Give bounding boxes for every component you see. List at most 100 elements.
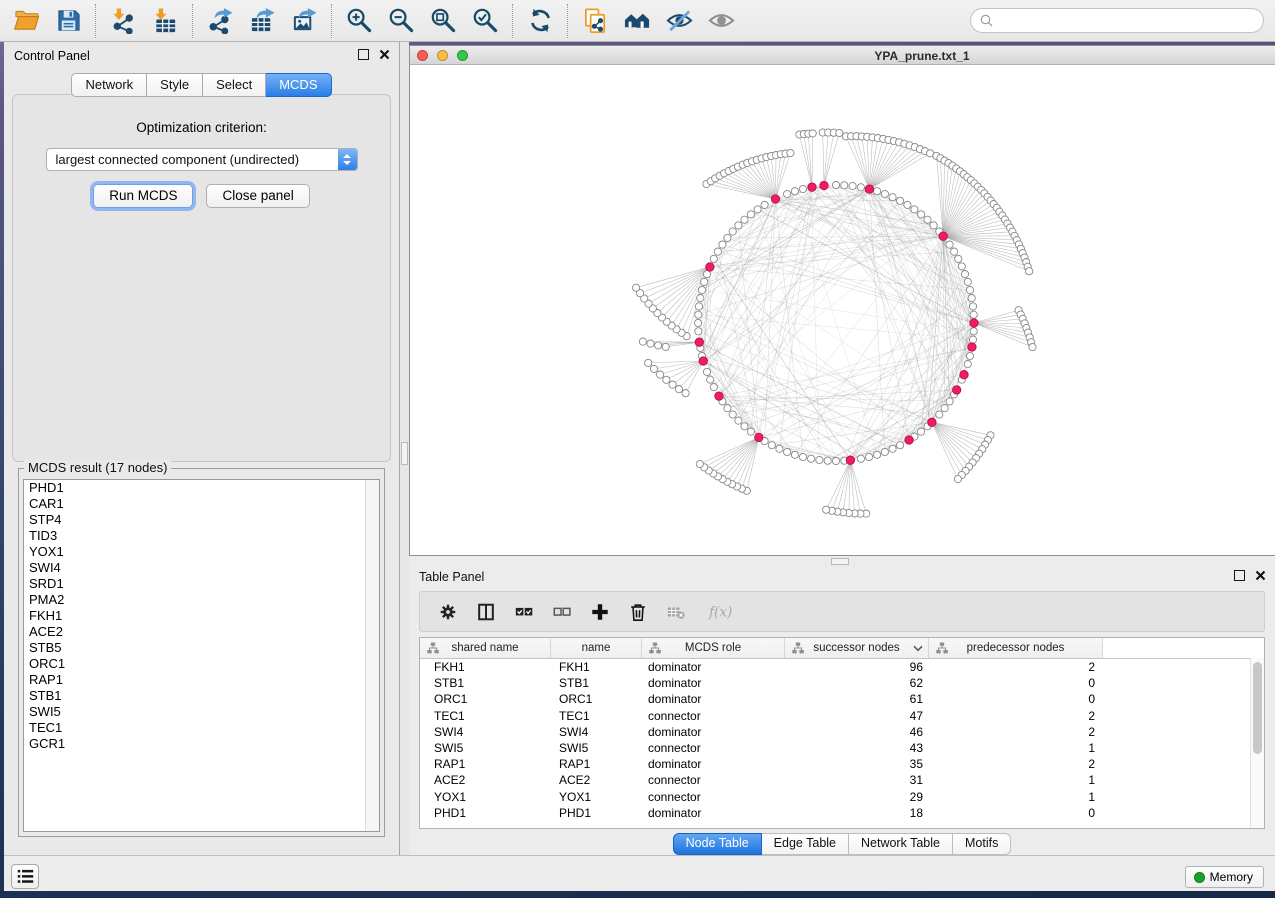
network-overview-icon[interactable] bbox=[622, 6, 652, 36]
result-node-item[interactable]: TEC1 bbox=[24, 720, 379, 736]
table-row[interactable]: PHD1PHD1dominator180 bbox=[420, 805, 1264, 821]
splitter-handle[interactable] bbox=[831, 558, 849, 565]
result-node-item[interactable]: ACE2 bbox=[24, 624, 379, 640]
select-all-columns-icon[interactable] bbox=[513, 601, 535, 623]
unselect-all-columns-icon[interactable] bbox=[551, 601, 573, 623]
tab-mcds[interactable]: MCDS bbox=[266, 73, 331, 97]
network-node bbox=[930, 222, 937, 229]
table-cell: 62 bbox=[785, 676, 929, 690]
network-node bbox=[657, 371, 664, 378]
table-row[interactable]: STB1STB1dominator620 bbox=[420, 675, 1264, 691]
horizontal-splitter[interactable] bbox=[409, 556, 1275, 565]
tab-select[interactable]: Select bbox=[203, 73, 266, 97]
close-panel-icon[interactable] bbox=[1255, 570, 1266, 581]
table-row[interactable]: ACE2ACE2connector311 bbox=[420, 772, 1264, 788]
result-node-item[interactable]: SWI5 bbox=[24, 704, 379, 720]
table-row[interactable]: SWI4SWI4dominator462 bbox=[420, 724, 1264, 740]
import-network-icon[interactable] bbox=[108, 6, 138, 36]
network-node bbox=[714, 248, 721, 255]
run-mcds-button[interactable]: Run MCDS bbox=[93, 184, 193, 208]
table-row[interactable]: TEC1TEC1connector472 bbox=[420, 708, 1264, 724]
tab-network-table[interactable]: Network Table bbox=[849, 833, 953, 855]
scrollbar-thumb[interactable] bbox=[1253, 662, 1262, 754]
export-table-icon[interactable] bbox=[247, 6, 277, 36]
column-header-shared-name[interactable]: shared name bbox=[420, 638, 551, 658]
zoom-fit-icon[interactable] bbox=[428, 6, 458, 36]
close-panel-icon[interactable] bbox=[379, 49, 390, 60]
table-row[interactable]: FKH1FKH1dominator962 bbox=[420, 659, 1264, 675]
network-title: YPA_prune.txt_1 bbox=[874, 49, 969, 63]
result-node-item[interactable]: SRD1 bbox=[24, 576, 379, 592]
zoom-selected-icon[interactable] bbox=[470, 6, 500, 36]
export-network-icon[interactable] bbox=[205, 6, 235, 36]
optimization-criterion-select[interactable]: largest connected component (undirected) bbox=[46, 148, 358, 171]
table-row[interactable]: SWI5SWI5connector431 bbox=[420, 740, 1264, 756]
tab-style[interactable]: Style bbox=[147, 73, 203, 97]
network-node bbox=[655, 342, 662, 349]
result-list-scrollbar[interactable] bbox=[365, 480, 379, 831]
refresh-icon[interactable] bbox=[525, 6, 555, 36]
node-table[interactable]: shared namename MCDS role successor node… bbox=[419, 637, 1265, 829]
open-session-icon[interactable] bbox=[11, 6, 41, 36]
toolbar-separator bbox=[331, 4, 332, 38]
result-node-item[interactable]: STP4 bbox=[24, 512, 379, 528]
column-header-mcds-role[interactable]: MCDS role bbox=[642, 638, 785, 658]
show-columns-icon[interactable] bbox=[475, 601, 497, 623]
table-row[interactable]: RAP1RAP1dominator352 bbox=[420, 756, 1264, 772]
result-node-item[interactable]: TID3 bbox=[24, 528, 379, 544]
search-input[interactable] bbox=[994, 10, 1263, 31]
result-node-item[interactable]: STB5 bbox=[24, 640, 379, 656]
splitter-handle[interactable] bbox=[401, 442, 408, 465]
network-node bbox=[695, 303, 702, 310]
float-panel-icon[interactable] bbox=[1234, 570, 1245, 581]
table-scrollbar[interactable] bbox=[1250, 658, 1264, 828]
result-node-item[interactable]: RAP1 bbox=[24, 672, 379, 688]
delete-table-icon bbox=[665, 601, 687, 623]
table-row[interactable]: ORC1ORC1dominator610 bbox=[420, 691, 1264, 707]
table-row[interactable]: YOX1YOX1connector291 bbox=[420, 789, 1264, 805]
export-image-icon[interactable] bbox=[289, 6, 319, 36]
save-session-icon[interactable] bbox=[53, 6, 83, 36]
mcds-hub-node bbox=[699, 357, 707, 365]
minimize-window-icon[interactable] bbox=[437, 50, 448, 61]
network-node bbox=[747, 211, 754, 218]
zoom-in-icon[interactable] bbox=[344, 6, 374, 36]
network-canvas[interactable] bbox=[410, 65, 1275, 555]
result-node-item[interactable]: FKH1 bbox=[24, 608, 379, 624]
close-window-icon[interactable] bbox=[417, 50, 428, 61]
network-node bbox=[784, 190, 791, 197]
create-column-icon[interactable] bbox=[589, 601, 611, 623]
tab-node-table[interactable]: Node Table bbox=[673, 833, 762, 855]
result-node-item[interactable]: ORC1 bbox=[24, 656, 379, 672]
column-header-predecessor-nodes[interactable]: predecessor nodes bbox=[929, 638, 1103, 658]
tab-edge-table[interactable]: Edge Table bbox=[762, 833, 849, 855]
tool-panel-button[interactable] bbox=[11, 864, 39, 889]
show-graphics-details-icon[interactable] bbox=[706, 6, 736, 36]
vertical-splitter[interactable] bbox=[400, 42, 409, 855]
float-panel-icon[interactable] bbox=[358, 49, 369, 60]
memory-button[interactable]: Memory bbox=[1185, 866, 1264, 888]
table-settings-icon[interactable] bbox=[437, 601, 459, 623]
mcds-result-list[interactable]: PHD1CAR1STP4TID3YOX1SWI4SRD1PMA2FKH1ACE2… bbox=[23, 479, 380, 832]
search-box[interactable] bbox=[970, 8, 1264, 33]
duplicate-network-icon[interactable] bbox=[580, 6, 610, 36]
result-node-item[interactable]: STB1 bbox=[24, 688, 379, 704]
delete-columns-icon[interactable] bbox=[627, 601, 649, 623]
hide-graphics-details-icon[interactable] bbox=[664, 6, 694, 36]
result-node-item[interactable]: YOX1 bbox=[24, 544, 379, 560]
network-window-titlebar[interactable]: YPA_prune.txt_1 bbox=[410, 46, 1275, 65]
import-table-icon[interactable] bbox=[150, 6, 180, 36]
result-node-item[interactable]: PHD1 bbox=[24, 480, 379, 496]
close-panel-button[interactable]: Close panel bbox=[206, 184, 309, 208]
zoom-out-icon[interactable] bbox=[386, 6, 416, 36]
result-node-item[interactable]: SWI4 bbox=[24, 560, 379, 576]
tab-network[interactable]: Network bbox=[71, 73, 147, 97]
column-header-name[interactable]: name bbox=[551, 638, 642, 658]
maximize-window-icon[interactable] bbox=[457, 50, 468, 61]
table-cell: 1 bbox=[929, 741, 1103, 755]
tab-motifs[interactable]: Motifs bbox=[953, 833, 1011, 855]
result-node-item[interactable]: CAR1 bbox=[24, 496, 379, 512]
result-node-item[interactable]: PMA2 bbox=[24, 592, 379, 608]
result-node-item[interactable]: GCR1 bbox=[24, 736, 379, 752]
column-header-successor-nodes[interactable]: successor nodes bbox=[785, 638, 929, 658]
